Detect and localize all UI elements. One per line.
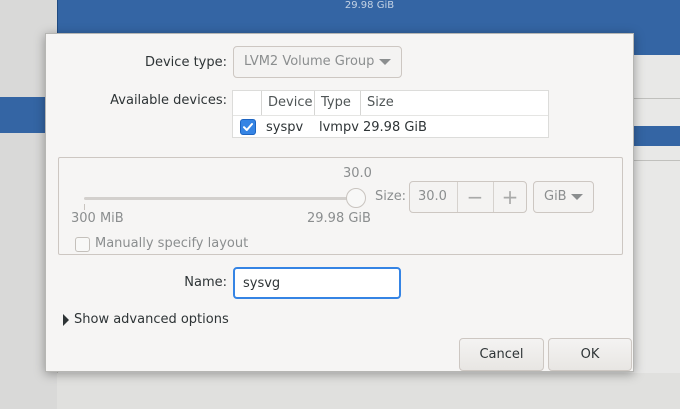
device-cell: syspv	[266, 120, 304, 135]
size-label: Size:	[375, 189, 407, 204]
checkmark-icon	[243, 123, 253, 131]
available-devices-table: Device Type Size syspv lvmpv 29.98 GiB	[232, 90, 549, 138]
type-cell: lvmpv	[319, 120, 359, 135]
manual-layout-checkbox[interactable]	[75, 237, 90, 252]
device-type-combobox[interactable]: LVM2 Volume Group	[233, 46, 402, 78]
column-header-size[interactable]: Size	[361, 91, 550, 115]
size-slider-tick	[84, 204, 85, 210]
name-label: Name:	[184, 275, 227, 290]
size-spin-value: 30.0	[418, 189, 447, 204]
size-slider-handle[interactable]	[346, 188, 366, 208]
background-selected-row	[634, 126, 680, 146]
cancel-button[interactable]: Cancel	[459, 338, 544, 371]
size-unit-value: GiB	[544, 189, 567, 204]
column-header-check	[233, 91, 262, 115]
size-cell: 29.98 GiB	[363, 120, 427, 135]
show-advanced-options-toggle[interactable]: Show advanced options	[74, 311, 229, 329]
manual-layout-label: Manually specify layout	[95, 236, 249, 251]
background-divider	[634, 160, 680, 161]
size-unit-combobox[interactable]: GiB	[533, 181, 594, 213]
background-divider	[634, 98, 680, 99]
configure-volume-group-dialog: Device type: LVM2 Volume Group Available…	[45, 33, 634, 372]
slider-max-label: 29.98 GiB	[307, 211, 371, 226]
minus-icon[interactable]: −	[459, 182, 491, 212]
background-size-text: 29.98 GiB	[344, 0, 395, 11]
device-type-value: LVM2 Volume Group	[244, 54, 375, 69]
background-footer	[57, 373, 680, 409]
chevron-down-icon	[571, 194, 583, 200]
slider-value-label: 30.0	[343, 166, 372, 181]
name-input[interactable]	[233, 267, 401, 299]
chevron-down-icon	[379, 59, 391, 65]
ok-button[interactable]: OK	[548, 338, 632, 371]
slider-min-label: 300 MiB	[71, 211, 124, 226]
spin-divider	[457, 182, 458, 212]
expander-arrow-icon[interactable]	[63, 314, 69, 326]
column-header-device[interactable]: Device	[262, 91, 315, 115]
size-spinbutton[interactable]: 30.0 − +	[409, 181, 527, 213]
size-slider-track[interactable]	[84, 197, 356, 200]
device-type-label: Device type:	[144, 55, 227, 70]
available-devices-label: Available devices:	[110, 93, 227, 108]
device-checkbox-syspv[interactable]	[240, 119, 256, 135]
plus-icon[interactable]: +	[494, 182, 526, 212]
background-selected-item	[0, 97, 45, 133]
column-header-type[interactable]: Type	[315, 91, 361, 115]
